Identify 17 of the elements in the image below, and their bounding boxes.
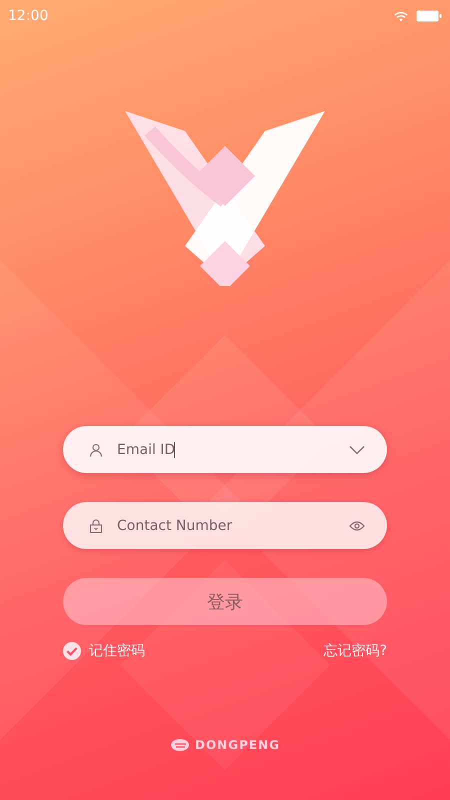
password-field[interactable]: Contact Number xyxy=(63,502,387,549)
email-field[interactable]: Email ID xyxy=(63,426,387,473)
user-icon xyxy=(89,442,103,456)
login-button[interactable]: 登录 xyxy=(63,578,387,625)
checkbox-icon[interactable] xyxy=(63,642,81,660)
status-time: 12:00 xyxy=(8,8,48,24)
email-input[interactable]: Email ID xyxy=(117,442,174,458)
remember-password-checkbox[interactable]: 记住密码 xyxy=(63,642,145,660)
chevron-down-icon[interactable] xyxy=(349,444,365,454)
eye-icon[interactable] xyxy=(349,520,365,530)
brand-name: DONGPENG xyxy=(195,738,280,752)
brand-logo-icon xyxy=(170,738,190,752)
lock-icon xyxy=(89,518,103,532)
forgot-password-link[interactable]: 忘记密码? xyxy=(324,642,387,660)
wifi-icon xyxy=(394,10,408,22)
phone-input[interactable]: Contact Number xyxy=(117,518,349,534)
battery-icon xyxy=(416,10,442,22)
